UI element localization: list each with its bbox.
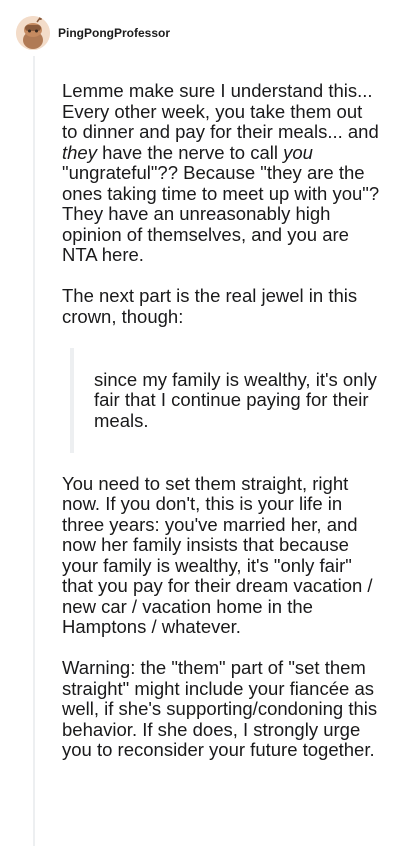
paragraph-2: The next part is the real jewel in this … xyxy=(62,285,358,327)
thread-line[interactable] xyxy=(33,56,35,846)
quote-text: since my family is wealthy, it's only fa… xyxy=(94,368,377,431)
avatar-illustration xyxy=(16,16,50,50)
paragraph-1-emphasis-you: you xyxy=(283,141,313,163)
paragraph-1-text-c: have the nerve to call xyxy=(96,141,284,163)
paragraph-1-text-a: Lemme make sure I understand this... Eve… xyxy=(62,80,379,142)
paragraph-3: You need to set them straight, right now… xyxy=(62,472,373,637)
paragraph-1-text-e: "ungrateful"?? Because "they are the one… xyxy=(62,162,380,265)
comment-body: Lemme make sure I understand this... Eve… xyxy=(62,80,382,781)
paragraph-1: Lemme make sure I understand this... Eve… xyxy=(62,80,382,266)
username[interactable]: PingPongProfessor xyxy=(58,26,170,40)
paragraph-4: Warning: the "them" part of "set them st… xyxy=(62,657,378,760)
paragraph-1-emphasis-they: they xyxy=(62,141,97,163)
snoo-avatar-icon[interactable] xyxy=(16,16,50,50)
comment: PingPongProfessor Lemme make sure I unde… xyxy=(0,0,400,863)
blockquote: since my family is wealthy, it's only fa… xyxy=(70,347,382,453)
comment-header: PingPongProfessor xyxy=(16,16,170,50)
